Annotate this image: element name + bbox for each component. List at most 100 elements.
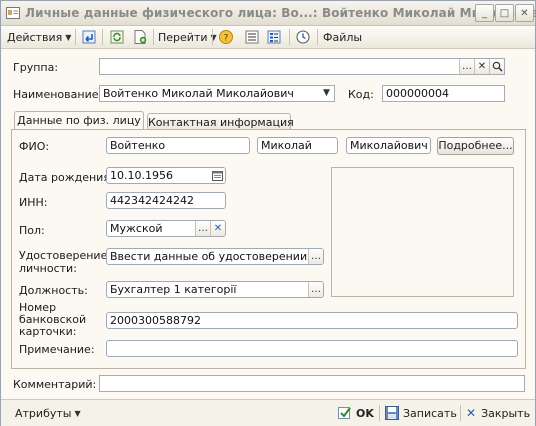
footer-divider: [460, 405, 461, 421]
goto-menu[interactable]: Перейти ▼: [158, 28, 217, 46]
list-icon: [245, 30, 259, 44]
position-select-button[interactable]: …: [308, 282, 323, 297]
attributes-menu[interactable]: Атрибуты ▼: [15, 404, 81, 422]
group-clear-button[interactable]: ✕: [474, 59, 489, 74]
save-button[interactable]: Записать: [385, 404, 457, 422]
group-search-button[interactable]: [489, 59, 504, 74]
close-label: Закрыть: [481, 406, 531, 420]
calendar-button[interactable]: [210, 168, 225, 183]
sex-field[interactable]: Мужской … ✕: [106, 220, 226, 237]
maximize-button[interactable]: □: [495, 4, 514, 22]
title-bar: Личные данные физического лица: Во...: В…: [1, 1, 536, 26]
actions-menu[interactable]: Действия ▼: [7, 28, 71, 46]
clear-icon: ✕: [213, 223, 223, 234]
toolbar-divider: [289, 29, 290, 45]
toolbar-divider: [317, 29, 318, 45]
inn-value: 442342424242: [110, 194, 194, 207]
checkmark-icon: [338, 407, 351, 419]
id-document-field[interactable]: Ввести данные об удостоверении личн …: [106, 248, 324, 265]
structure-icon: [267, 30, 281, 44]
files-button[interactable]: Файлы: [323, 28, 362, 46]
close-window-button[interactable]: ✕: [515, 4, 534, 22]
inn-field[interactable]: 442342424242: [106, 192, 226, 209]
first-name-field[interactable]: Миколай: [257, 137, 338, 154]
name-field[interactable]: Войтенко Миколай Миколайович ▼: [99, 85, 335, 102]
ellipsis-icon: …: [311, 251, 321, 262]
ok-button[interactable]: OK: [338, 404, 374, 422]
ellipsis-icon: …: [198, 223, 208, 234]
name-dropdown-button[interactable]: ▼: [319, 86, 334, 101]
birth-date-field[interactable]: 10.10.1956: [106, 167, 226, 184]
ellipsis-icon: …: [311, 284, 321, 295]
fio-label: ФИО:: [19, 140, 50, 153]
id-document-select-button[interactable]: …: [308, 249, 323, 264]
position-label: Должность:: [19, 284, 88, 297]
maximize-icon: □: [499, 7, 510, 19]
details-button-label: Подробнее...: [438, 139, 513, 152]
id-document-value: Ввести данные об удостоверении личн: [110, 250, 324, 263]
history-tool[interactable]: [295, 28, 311, 46]
save-disk-icon: [385, 406, 399, 420]
position-field[interactable]: Бухгалтер 1 категорії …: [106, 281, 324, 298]
refresh-tool[interactable]: [109, 28, 125, 46]
tab-person-data[interactable]: Данные по физ. лицу: [14, 111, 144, 131]
footer-bar: Атрибуты ▼ OK Записать ✕ Закрыть: [1, 399, 535, 426]
document-add-icon: [134, 30, 147, 44]
toolbar-divider: [153, 29, 154, 45]
inn-label: ИНН:: [19, 196, 48, 209]
chevron-down-icon: ▼: [65, 32, 72, 42]
group-field[interactable]: … ✕: [99, 58, 505, 75]
sex-select-button[interactable]: …: [195, 221, 210, 236]
sex-label: Пол:: [19, 224, 45, 237]
help-icon: ?: [219, 30, 233, 44]
arrow-enter-icon: [82, 30, 96, 44]
copy-tool[interactable]: [132, 28, 148, 46]
structure-tool[interactable]: [266, 28, 282, 46]
goto-label: Перейти: [158, 30, 208, 44]
comment-label: Комментарий:: [13, 378, 97, 391]
middle-name-field[interactable]: Миколайович: [346, 137, 431, 154]
footer-divider: [379, 405, 380, 421]
sex-value: Мужской: [110, 222, 163, 235]
minimize-button[interactable]: _: [475, 4, 494, 22]
window-title: Личные данные физического лица: Во...: В…: [25, 6, 536, 20]
clock-icon: [296, 30, 310, 44]
toolbar-divider: [212, 29, 213, 45]
tab-person-data-label: Данные по физ. лицу: [17, 114, 141, 127]
bank-card-label-line3: карточки:: [19, 325, 77, 338]
search-icon: [492, 61, 503, 72]
birth-date-label: Дата рождения:: [19, 171, 114, 184]
bank-card-field[interactable]: 2000300588792: [106, 312, 518, 329]
comment-field[interactable]: [99, 375, 525, 392]
last-name-value: Войтенко: [110, 139, 166, 152]
calendar-icon: [212, 171, 223, 181]
attributes-label: Атрибуты: [15, 406, 72, 420]
id-document-label-line2: личности:: [19, 262, 77, 275]
note-field[interactable]: [106, 340, 518, 357]
close-button[interactable]: ✕ Закрыть: [466, 404, 530, 422]
actions-label: Действия: [7, 30, 63, 44]
ok-label: OK: [356, 406, 374, 420]
refresh-icon: [110, 30, 124, 44]
code-value: 000000004: [386, 87, 449, 100]
last-name-field[interactable]: Войтенко: [106, 137, 250, 154]
name-value: Войтенко Миколай Миколайович: [103, 87, 294, 100]
toolbar: Действия ▼ Перейти ▼ ? Файлы: [1, 26, 535, 49]
name-label: Наименование:: [13, 88, 103, 101]
dropdown-arrow-icon: ▼: [323, 88, 330, 98]
bank-card-value: 2000300588792: [110, 314, 201, 327]
photo-area[interactable]: [331, 167, 514, 297]
code-label: Код:: [348, 88, 374, 101]
details-button[interactable]: Подробнее...: [437, 137, 514, 155]
save-close-tool[interactable]: [81, 28, 97, 46]
group-select-button[interactable]: …: [459, 59, 474, 74]
first-name-value: Миколай: [261, 139, 312, 152]
list-tool[interactable]: [244, 28, 260, 46]
birth-date-value: 10.10.1956: [110, 169, 173, 182]
position-value: Бухгалтер 1 категорії: [110, 283, 237, 296]
svg-text:?: ?: [224, 34, 229, 44]
code-field[interactable]: 000000004: [382, 85, 505, 102]
note-label: Примечание:: [19, 343, 95, 356]
sex-clear-button[interactable]: ✕: [210, 221, 225, 236]
help-tool[interactable]: ?: [218, 28, 234, 46]
